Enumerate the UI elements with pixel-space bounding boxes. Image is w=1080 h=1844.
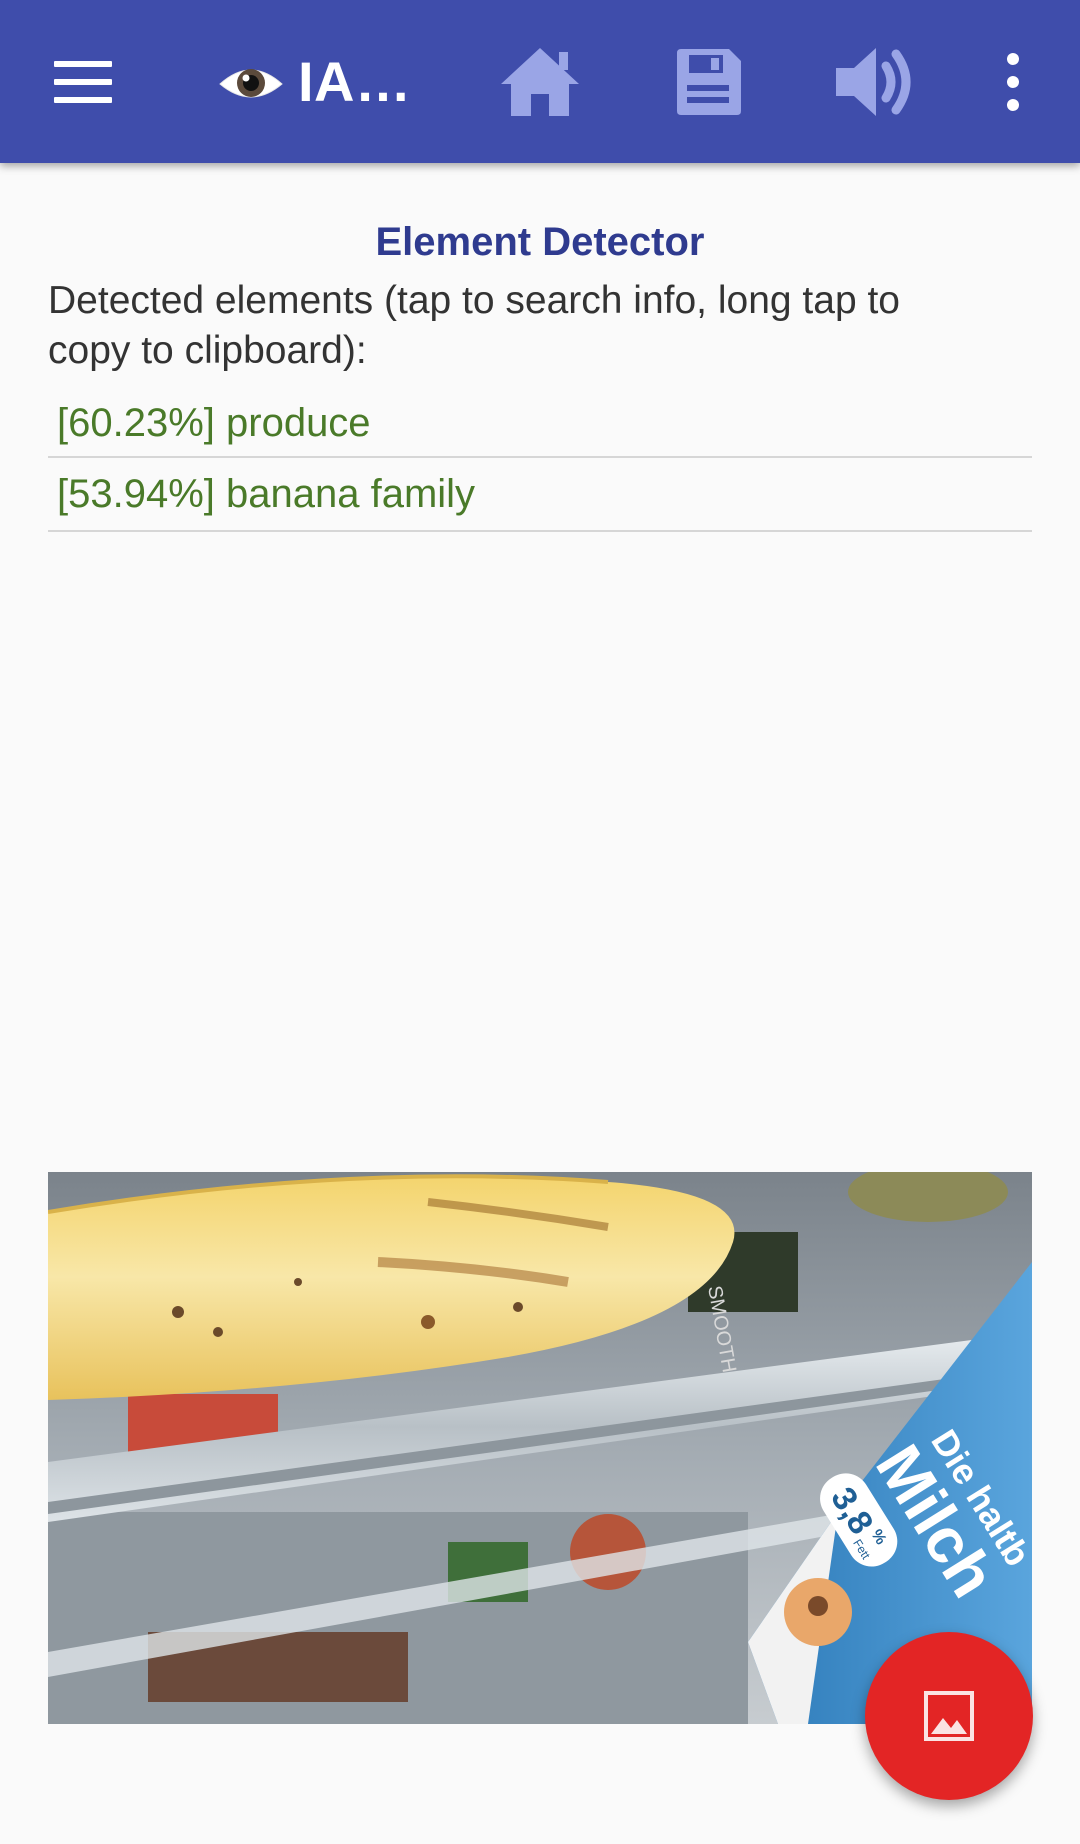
result-label: [53.94%] banana family	[57, 472, 476, 516]
pick-image-button[interactable]	[865, 1632, 1033, 1800]
result-label: [60.23%] produce	[57, 401, 371, 445]
menu-icon	[54, 60, 112, 103]
main-content: Element Detector Detected elements (tap …	[48, 163, 1032, 548]
captured-photo: SMOOTHIE Die haltb Milch 3,8 % Fett	[48, 1172, 1032, 1724]
more-vert-icon	[1007, 52, 1019, 111]
detected-elements-list: [60.23%] produce [53.94%] banana family	[48, 390, 1032, 532]
instructions-text: Detected elements (tap to search info, l…	[48, 279, 901, 372]
eye-icon	[219, 68, 283, 97]
app-title-area: IA…	[218, 0, 412, 163]
save-icon	[677, 48, 741, 115]
volume-button[interactable]	[820, 0, 930, 163]
save-button[interactable]	[656, 0, 760, 163]
app-toolbar: IA…	[0, 0, 1080, 163]
section-title: Element Detector	[375, 220, 705, 264]
menu-button[interactable]	[30, 0, 136, 163]
image-icon	[924, 1691, 974, 1741]
list-item[interactable]: [53.94%] banana family	[48, 458, 1032, 532]
list-item[interactable]: [60.23%] produce	[48, 390, 1032, 458]
home-button[interactable]	[488, 0, 592, 163]
app-title: IA…	[298, 50, 412, 113]
home-icon	[501, 47, 579, 116]
more-options-button[interactable]	[980, 0, 1046, 163]
volume-icon	[836, 47, 911, 116]
